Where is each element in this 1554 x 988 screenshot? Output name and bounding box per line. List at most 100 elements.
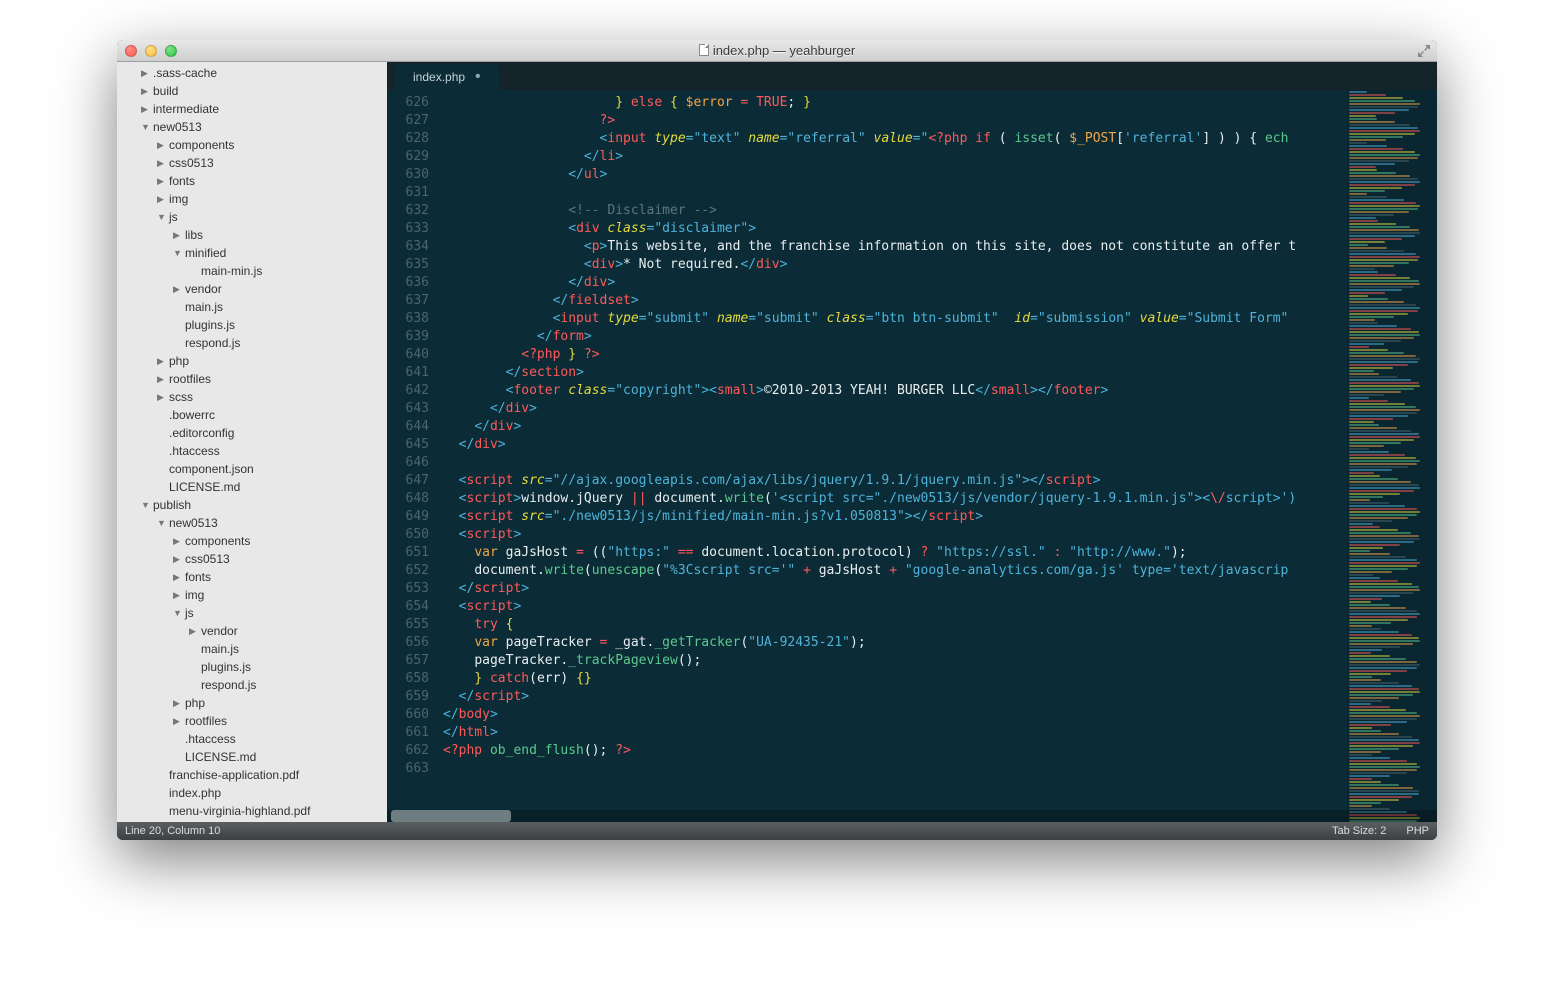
- folder-row[interactable]: ▶build: [117, 82, 387, 100]
- scrollbar-thumb[interactable]: [391, 810, 511, 822]
- code-content[interactable]: } else { $error = TRUE; } ?> <input type…: [437, 90, 1437, 822]
- status-bar: Line 20, Column 10 Tab Size: 2 PHP: [117, 822, 1437, 840]
- folder-row[interactable]: ▶vendor: [117, 280, 387, 298]
- minimize-icon[interactable]: [145, 45, 157, 57]
- tree-label: franchise-application.pdf: [169, 768, 299, 782]
- folder-row[interactable]: ▶intermediate: [117, 100, 387, 118]
- tab-label: index.php: [413, 70, 465, 84]
- tree-label: LICENSE.md: [169, 480, 240, 494]
- file-row[interactable]: component.json: [117, 460, 387, 478]
- code-view[interactable]: 6266276286296306316326336346356366376386…: [387, 90, 1437, 822]
- folder-row[interactable]: ▶css0513: [117, 550, 387, 568]
- disclosure-arrow-icon: ▼: [157, 212, 167, 222]
- editor-window: index.php — yeahburger ▶.sass-cache▶buil…: [117, 40, 1437, 840]
- tree-label: plugins.js: [185, 318, 235, 332]
- line-gutter: 6266276286296306316326336346356366376386…: [387, 90, 437, 822]
- tree-label: index.php: [169, 786, 221, 800]
- folder-row[interactable]: ▶.sass-cache: [117, 64, 387, 82]
- folder-row[interactable]: ▶vendor: [117, 622, 387, 640]
- tree-label: .bowerrc: [169, 408, 215, 422]
- folder-row[interactable]: ▶php: [117, 694, 387, 712]
- disclosure-arrow-icon: ▶: [173, 572, 183, 583]
- tree-label: php: [185, 696, 205, 710]
- tree-label: LICENSE.md: [185, 750, 256, 764]
- cursor-position[interactable]: Line 20, Column 10: [125, 825, 220, 837]
- folder-row[interactable]: ▶css0513: [117, 154, 387, 172]
- file-row[interactable]: menu-virginia-highland.pdf: [117, 802, 387, 820]
- file-row[interactable]: main.js: [117, 640, 387, 658]
- disclosure-arrow-icon: ▼: [173, 248, 183, 258]
- editor-area: index.php• 62662762862963063163263363463…: [387, 62, 1437, 822]
- disclosure-arrow-icon: ▼: [141, 122, 151, 132]
- tree-label: vendor: [185, 282, 222, 296]
- file-tree[interactable]: ▶.sass-cache▶build▶intermediate▼new0513▶…: [117, 62, 387, 822]
- tree-label: css0513: [185, 552, 230, 566]
- tree-label: main-min.js: [201, 264, 262, 278]
- close-icon[interactable]: [125, 45, 137, 57]
- zoom-icon[interactable]: [165, 45, 177, 57]
- file-row[interactable]: main-min.js: [117, 262, 387, 280]
- folder-row[interactable]: ▼new0513: [117, 514, 387, 532]
- file-row[interactable]: plugins.js: [117, 658, 387, 676]
- folder-row[interactable]: ▶php: [117, 352, 387, 370]
- file-row[interactable]: .bowerrc: [117, 406, 387, 424]
- disclosure-arrow-icon: ▶: [157, 356, 167, 367]
- folder-row[interactable]: ▶fonts: [117, 172, 387, 190]
- tree-label: respond.js: [201, 678, 256, 692]
- file-row[interactable]: plugins.js: [117, 316, 387, 334]
- tree-label: rootfiles: [169, 372, 211, 386]
- folder-row[interactable]: ▶scss: [117, 388, 387, 406]
- folder-row[interactable]: ▼new0513: [117, 118, 387, 136]
- folder-row[interactable]: ▶components: [117, 136, 387, 154]
- tree-label: js: [185, 606, 194, 620]
- file-row[interactable]: respond.js: [117, 334, 387, 352]
- file-row[interactable]: .htaccess: [117, 442, 387, 460]
- tree-label: .sass-cache: [153, 66, 217, 80]
- folder-row[interactable]: ▶img: [117, 586, 387, 604]
- document-icon: [699, 44, 709, 56]
- file-row[interactable]: LICENSE.md: [117, 478, 387, 496]
- file-row[interactable]: index.php: [117, 784, 387, 802]
- horizontal-scrollbar[interactable]: [387, 810, 1437, 822]
- tree-label: intermediate: [153, 102, 219, 116]
- file-row[interactable]: .htaccess: [117, 730, 387, 748]
- folder-row[interactable]: ▶fonts: [117, 568, 387, 586]
- disclosure-arrow-icon: ▶: [141, 68, 151, 79]
- tree-label: php: [169, 354, 189, 368]
- tab-bar[interactable]: index.php•: [387, 62, 1437, 90]
- disclosure-arrow-icon: ▶: [173, 230, 183, 241]
- tree-label: minified: [185, 246, 226, 260]
- window-controls: [117, 45, 177, 57]
- folder-row[interactable]: ▶img: [117, 190, 387, 208]
- folder-row[interactable]: ▶libs: [117, 226, 387, 244]
- tree-label: components: [185, 534, 250, 548]
- folder-row[interactable]: ▼js: [117, 604, 387, 622]
- folder-row[interactable]: ▶rootfiles: [117, 712, 387, 730]
- disclosure-arrow-icon: ▼: [173, 608, 183, 618]
- folder-row[interactable]: ▶components: [117, 532, 387, 550]
- minimap[interactable]: [1347, 90, 1437, 822]
- tree-label: component.json: [169, 462, 254, 476]
- folder-row[interactable]: ▶rootfiles: [117, 370, 387, 388]
- file-row[interactable]: main.js: [117, 298, 387, 316]
- titlebar[interactable]: index.php — yeahburger: [117, 40, 1437, 62]
- folder-row[interactable]: ▼minified: [117, 244, 387, 262]
- syntax-mode[interactable]: PHP: [1406, 825, 1429, 837]
- tab-size[interactable]: Tab Size: 2: [1332, 825, 1386, 837]
- file-row[interactable]: franchise-application.pdf: [117, 766, 387, 784]
- tree-label: js: [169, 210, 178, 224]
- disclosure-arrow-icon: ▶: [173, 698, 183, 709]
- folder-row[interactable]: ▼publish: [117, 496, 387, 514]
- tree-label: img: [185, 588, 204, 602]
- disclosure-arrow-icon: ▶: [157, 374, 167, 385]
- fullscreen-icon[interactable]: [1417, 44, 1431, 58]
- file-row[interactable]: respond.js: [117, 676, 387, 694]
- disclosure-arrow-icon: ▶: [173, 590, 183, 601]
- file-row[interactable]: LICENSE.md: [117, 748, 387, 766]
- file-row[interactable]: .editorconfig: [117, 424, 387, 442]
- tree-label: menu-virginia-highland.pdf: [169, 804, 310, 818]
- tree-label: scss: [169, 390, 193, 404]
- tab-index-php[interactable]: index.php•: [395, 64, 499, 90]
- folder-row[interactable]: ▼js: [117, 208, 387, 226]
- tree-label: .htaccess: [169, 444, 220, 458]
